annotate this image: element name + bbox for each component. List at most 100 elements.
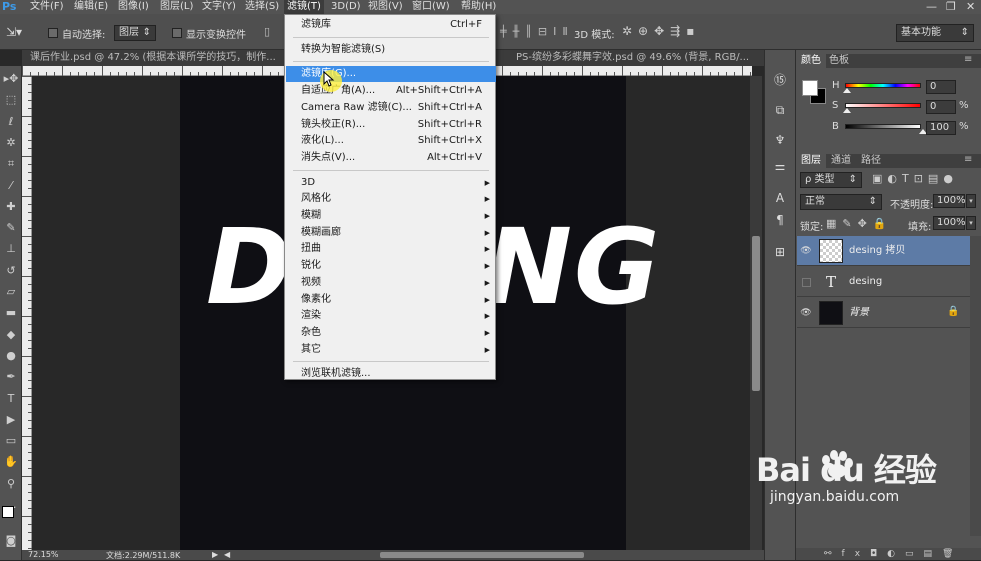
filter-menu-item[interactable]: 像素化 ▶ — [286, 292, 496, 308]
layer-comps-icon[interactable]: ⊞ — [770, 242, 790, 262]
show-transform-checkbox[interactable] — [172, 26, 182, 39]
adjustments-icon[interactable]: ⚌ — [770, 156, 790, 176]
layer-visibility-eye-icon[interactable]: 👁 — [800, 245, 812, 257]
filter-menu-item[interactable]: 扭曲 ▶ — [286, 241, 496, 257]
tab-swatches[interactable]: 色板 — [824, 54, 854, 68]
filter-menu-item[interactable]: 模糊 ▶ — [286, 208, 496, 224]
vertical-scroll-thumb[interactable] — [752, 236, 760, 391]
blur-tool-icon[interactable]: ◆ — [2, 326, 20, 344]
filter-menu-item[interactable]: 其它 ▶ — [286, 342, 496, 358]
auto-select-dropdown[interactable]: 图层 ⇕ — [114, 25, 156, 41]
tool-presets-icon[interactable]: ♆ — [770, 130, 790, 150]
layer-visibility-eye-icon[interactable] — [802, 278, 811, 287]
menu-help[interactable]: 帮助(H) — [461, 0, 496, 14]
layers-menu-icon[interactable]: ≡ — [964, 154, 972, 165]
move-tool-icon[interactable]: ⇲▾ — [6, 25, 22, 39]
layer-filter-dropdown[interactable]: ρ 类型 ⇕ — [800, 172, 862, 188]
tab-layers[interactable]: 图层 — [796, 154, 826, 168]
filter-menu-item[interactable]: 滤镜库(G)... — [286, 66, 496, 83]
opacity-dropdown-icon[interactable]: ▾ — [966, 194, 976, 208]
channel-value-h[interactable]: 0 — [926, 80, 956, 94]
filter-menu-item[interactable]: 渲染 ▶ — [286, 308, 496, 324]
layer-row[interactable]: Tdesing — [797, 267, 970, 297]
filter-menu-item[interactable]: 风格化 ▶ — [286, 191, 496, 207]
channel-slider-marker[interactable] — [843, 108, 851, 113]
3d-mode-icons[interactable]: ✲⊕✥⇶▪ — [622, 24, 700, 38]
history-brush-icon[interactable]: ↺ — [2, 262, 20, 280]
filter-menu-item[interactable]: 锐化 ▶ — [286, 258, 496, 274]
layers-footer-icons[interactable]: ⚯fx◘◐▭▤🗑 — [796, 548, 981, 560]
filter-menu-item[interactable]: 转换为智能滤镜(S) — [286, 42, 496, 58]
tab-color[interactable]: 颜色 — [796, 54, 826, 68]
filter-menu-item[interactable]: 镜头校正(R)... Shift+Ctrl+R — [286, 117, 496, 133]
eyedropper-tool-icon[interactable]: ⁄ — [2, 177, 20, 195]
brush-tool-icon[interactable]: ✎ — [2, 219, 20, 237]
doc-tab-butterfly[interactable]: PS-缤纷多彩蝶舞字效.psd @ 49.6% (背景, RGB/... — [514, 50, 764, 66]
shape-tool-icon[interactable]: ▭ — [2, 432, 20, 450]
horizontal-scroll-thumb[interactable] — [380, 552, 584, 558]
lock-icons[interactable]: ▦✎✥🔒 — [826, 217, 893, 230]
scroll-left-icon[interactable]: ◀ — [224, 550, 230, 559]
filter-menu-item[interactable]: 浏览联机滤镜... — [286, 366, 496, 382]
filter-menu-item[interactable]: 模糊画廊 ▶ — [286, 225, 496, 241]
panel-menu-icon[interactable]: ≡ — [964, 54, 972, 65]
channel-slider-h[interactable] — [845, 83, 921, 88]
pen-tool-icon[interactable]: ✒ — [2, 368, 20, 386]
menu-file[interactable]: 文件(F) — [30, 0, 64, 14]
gradient-tool-icon[interactable]: ▬ — [2, 304, 20, 322]
doc-tab-homework[interactable]: 课后作业.psd @ 47.2% (根据本课所学的技巧，制作... — [22, 50, 288, 66]
layer-filter-icons[interactable]: ▣◐T⊡▤● — [872, 172, 958, 185]
filter-menu-item[interactable]: 杂色 ▶ — [286, 325, 496, 341]
distribute-icons[interactable]: ╪╫║⊟ⅠⅡ — [500, 25, 574, 38]
eraser-tool-icon[interactable]: ▱ — [2, 283, 20, 301]
layers-scrollbar[interactable] — [970, 236, 981, 536]
channel-slider-s[interactable] — [845, 103, 921, 108]
auto-select-checkbox[interactable] — [48, 26, 58, 39]
character-panel-icon[interactable]: A — [770, 188, 790, 208]
filter-menu-item[interactable]: 3D ▶ — [286, 175, 496, 191]
layer-row[interactable]: 👁 desing 拷贝 — [797, 236, 970, 266]
magic-wand-tool-icon[interactable]: ✲ — [2, 134, 20, 152]
paragraph-panel-icon[interactable]: ¶ — [770, 210, 790, 230]
type-tool-icon[interactable]: T — [2, 390, 20, 408]
layer-visibility-eye-icon[interactable]: 👁 — [800, 307, 812, 319]
brush-presets-icon[interactable]: ⧉ — [770, 100, 790, 120]
crop-tool-icon[interactable]: ⌗ — [2, 155, 20, 173]
fill-field[interactable]: 100% — [933, 216, 966, 230]
filter-menu-item[interactable]: 消失点(V)... Alt+Ctrl+V — [286, 150, 496, 166]
tab-channels[interactable]: 通道 — [826, 154, 856, 168]
menu-view[interactable]: 视图(V) — [368, 0, 403, 14]
minimize-button[interactable]: — — [926, 0, 937, 13]
fill-dropdown-icon[interactable]: ▾ — [966, 216, 976, 230]
zoom-tool-icon[interactable]: ⚲ — [2, 475, 20, 493]
lasso-tool-icon[interactable]: ℓ — [2, 113, 20, 131]
filter-menu-item[interactable]: 滤镜库 Ctrl+F — [286, 17, 496, 33]
channel-value-s[interactable]: 0 — [926, 100, 956, 114]
dodge-tool-icon[interactable]: ● — [2, 347, 20, 365]
close-button[interactable]: ✕ — [966, 0, 975, 13]
filter-menu-item[interactable]: 液化(L)... Shift+Ctrl+X — [286, 133, 496, 149]
opacity-field[interactable]: 100% — [933, 194, 966, 208]
layer-row[interactable]: 👁 背景 🔒 — [797, 298, 970, 328]
tab-paths[interactable]: 路径 — [856, 154, 886, 168]
channel-value-b[interactable]: 100 — [926, 121, 956, 135]
menu-window[interactable]: 窗口(W) — [412, 0, 450, 14]
channel-slider-marker[interactable] — [843, 88, 851, 93]
clone-stamp-icon[interactable]: ⊥ — [2, 240, 20, 258]
menu-layer[interactable]: 图层(L) — [160, 0, 193, 14]
move-tool-icon[interactable]: ▸✥ — [2, 70, 20, 88]
align-icons[interactable]: ▯ — [264, 25, 270, 38]
filter-menu-item[interactable]: 视频 ▶ — [286, 275, 496, 291]
path-select-icon[interactable]: ▶ — [2, 411, 20, 429]
healing-brush-icon[interactable]: ✚ — [2, 198, 20, 216]
menu-edit[interactable]: 编辑(E) — [74, 0, 108, 14]
menu-type[interactable]: 文字(Y) — [202, 0, 236, 14]
blend-mode-dropdown[interactable]: 正常 ⇕ — [800, 194, 882, 210]
menu-filter[interactable]: 滤镜(T) — [284, 0, 324, 14]
menu-3d[interactable]: 3D(D) — [331, 0, 361, 14]
tool-foreground-color[interactable] — [2, 506, 14, 518]
marquee-tool-icon[interactable]: ⬚ — [2, 91, 20, 109]
menu-image[interactable]: 图像(I) — [118, 0, 149, 14]
filter-menu-item[interactable]: 自适应广角(A)... Alt+Shift+Ctrl+A — [286, 83, 496, 99]
foreground-color-swatch[interactable] — [802, 80, 818, 96]
